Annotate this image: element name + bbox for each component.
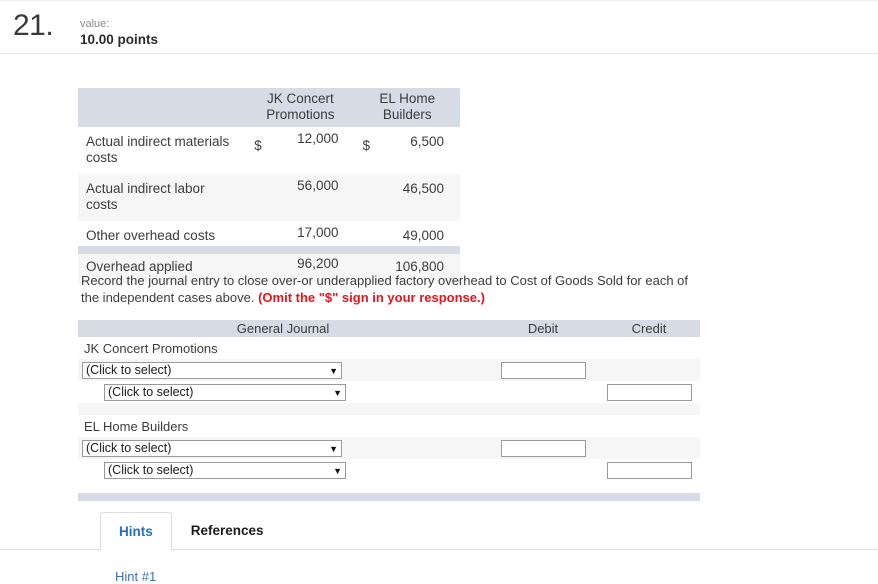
debit-amount-input-el[interactable]: [500, 439, 586, 457]
data-table-header-el-line2: Builders: [382, 107, 432, 122]
journal-case-label-cell: EL Home Builders: [78, 419, 488, 434]
tabs-row: Hints References: [100, 511, 878, 551]
journal-account-cell: (Click to select) ▼: [78, 361, 488, 379]
journal-spacer-row: [78, 403, 700, 415]
amount-value: 17,000: [297, 225, 339, 240]
journal-account-cell: (Click to select) ▼: [78, 383, 488, 401]
journal-entry-table: General Journal Debit Credit JK Concert …: [78, 320, 700, 501]
journal-spacer-row: [78, 481, 700, 493]
data-table-header-blank: [78, 88, 247, 127]
row-value-el: $ 6,500: [354, 127, 460, 174]
table-row: Actual indirect labor costs 56,000 46,50…: [78, 174, 460, 221]
credit-amount-input-el[interactable]: [606, 461, 692, 479]
table-row: (Click to select) ▼: [78, 437, 700, 459]
row-value-jk: 56,000: [246, 174, 355, 221]
tab-hints-label: Hints: [119, 524, 153, 539]
question-points: 10.00 points: [80, 32, 159, 47]
row-label: Actual indirect labor costs: [78, 174, 247, 221]
chevron-down-icon: ▼: [333, 387, 342, 398]
tabs-container: Hints References: [0, 511, 878, 551]
question-value-label: value:: [80, 18, 110, 30]
amount-value: 6,500: [410, 134, 444, 149]
journal-case-label-cell: JK Concert Promotions: [78, 341, 488, 356]
chevron-down-icon: ▼: [329, 443, 338, 454]
row-label: Actual indirect materials costs: [78, 127, 247, 174]
row-value-el: 46,500: [354, 174, 460, 221]
journal-credit-cell: [598, 383, 700, 401]
journal-account-cell: (Click to select) ▼: [78, 439, 488, 457]
data-table-header-el: EL Home Builders: [354, 88, 460, 127]
amount-value: 12,000: [297, 131, 339, 146]
instruction-text: Record the journal entry to close over-o…: [81, 272, 706, 306]
data-table-header-jk-line1: JK Concert: [266, 91, 334, 106]
journal-header-debit: Debit: [527, 321, 559, 336]
tab-references-label: References: [190, 523, 264, 538]
journal-header-row: General Journal Debit Credit: [78, 320, 700, 337]
journal-case-label-row: EL Home Builders: [78, 415, 700, 437]
data-table-footer-band: [78, 246, 460, 254]
account-select-el-debit[interactable]: (Click to select) ▼: [82, 439, 342, 457]
debit-amount-input-jk[interactable]: [500, 361, 586, 379]
account-select-el-credit[interactable]: (Click to select) ▼: [104, 461, 346, 479]
data-table-header-jk: JK Concert Promotions: [246, 88, 355, 127]
table-row: (Click to select) ▼: [78, 381, 700, 403]
account-select-jk-credit-label: (Click to select): [108, 384, 194, 399]
credit-amount-input-jk[interactable]: [606, 383, 692, 401]
account-select-jk-credit[interactable]: (Click to select) ▼: [104, 383, 346, 401]
amount-value: 46,500: [402, 181, 444, 196]
data-table-header-jk-line2: Promotions: [266, 107, 335, 122]
account-select-el-debit-label: (Click to select): [86, 440, 172, 455]
journal-credit-cell: [598, 461, 700, 479]
table-row: (Click to select) ▼: [78, 359, 700, 381]
amount-value: 56,000: [297, 178, 339, 193]
journal-case-label-row: JK Concert Promotions: [78, 337, 700, 359]
data-table-header-row: JK Concert Promotions EL Home Builders: [78, 88, 460, 127]
journal-header-general-journal: General Journal: [236, 321, 330, 336]
table-row: Actual indirect materials costs $ 12,000…: [78, 127, 460, 174]
question-number: 21.: [13, 9, 54, 42]
data-table-header-el-line1: EL Home: [379, 91, 436, 106]
chevron-down-icon: ▼: [329, 365, 338, 376]
tab-hints[interactable]: Hints: [100, 512, 172, 551]
amount-value: 96,200: [297, 256, 339, 271]
account-select-el-credit-label: (Click to select): [108, 462, 194, 477]
journal-debit-cell: [488, 439, 598, 457]
account-select-jk-debit-label: (Click to select): [86, 362, 172, 377]
table-row: (Click to select) ▼: [78, 459, 700, 481]
tab-references[interactable]: References: [172, 511, 283, 550]
row-value-jk: $ 12,000: [246, 127, 355, 174]
journal-debit-cell: [488, 361, 598, 379]
currency-symbol: $: [254, 138, 262, 153]
amount-value: 49,000: [402, 228, 444, 243]
case-label-el: EL Home Builders: [84, 418, 189, 434]
journal-footer-band: [78, 493, 700, 501]
account-select-jk-debit[interactable]: (Click to select) ▼: [82, 361, 342, 379]
journal-account-cell: (Click to select) ▼: [78, 461, 488, 479]
chevron-down-icon: ▼: [333, 465, 342, 476]
hint-link[interactable]: Hint #1: [115, 569, 156, 584]
instruction-omit-note: (Omit the "$" sign in your response.): [258, 290, 485, 305]
currency-symbol: $: [362, 138, 370, 153]
case-label-jk: JK Concert Promotions: [84, 340, 218, 356]
question-header: 21. value: 10.00 points: [0, 1, 878, 54]
journal-header-credit: Credit: [631, 321, 667, 336]
